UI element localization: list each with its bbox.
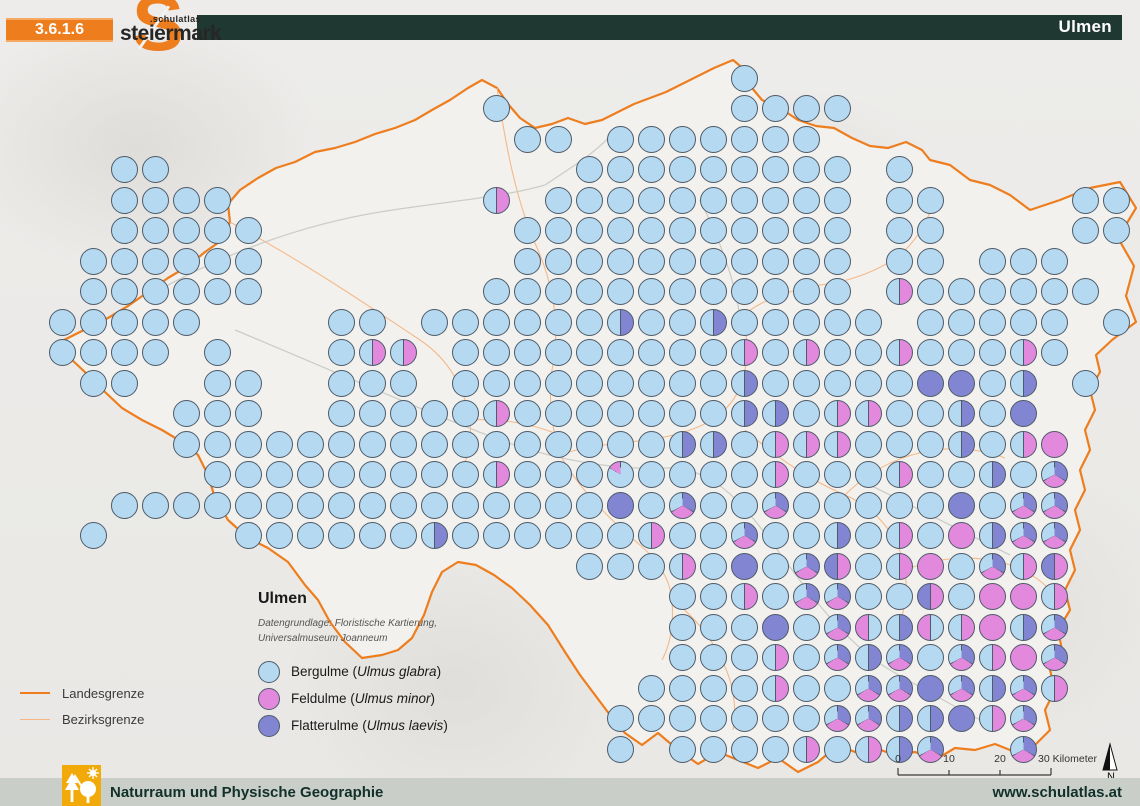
footer-website-link[interactable]: www.schulatlas.at	[993, 784, 1123, 801]
footer-section-title: Naturraum und Physische Geographie	[110, 784, 383, 801]
atlas-page: Ulmen Datengrundlage: Floristische Karti…	[0, 0, 1140, 806]
north-arrow	[0, 0, 1140, 806]
nature-icon	[62, 765, 101, 806]
